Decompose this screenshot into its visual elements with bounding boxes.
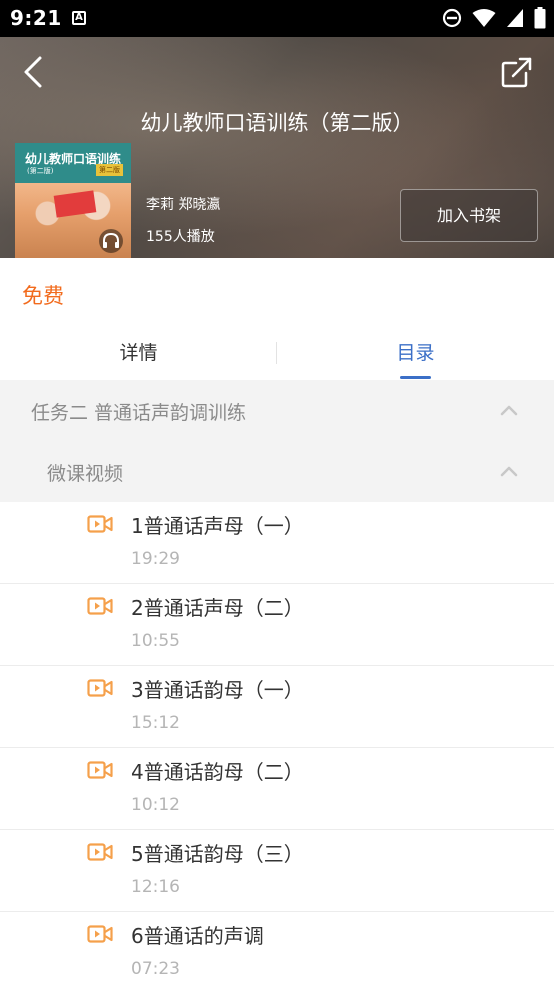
list-item[interactable]: 2普通话声母（二） 10:55 — [0, 584, 554, 666]
share-icon[interactable] — [500, 55, 534, 89]
video-camera-icon — [87, 515, 113, 533]
video-camera-icon — [87, 597, 113, 615]
cover-subtitle: (第二版) — [27, 167, 54, 175]
video-camera-icon — [87, 843, 113, 861]
signal-icon — [507, 9, 523, 27]
a-icon: A — [72, 11, 86, 25]
tab-details[interactable]: 详情 — [0, 330, 277, 380]
lesson-title: 2普通话声母（二） — [131, 596, 304, 620]
lesson-list: 1普通话声母（一） 19:29 2普通话声母（二） 10:55 3普通话韵母（一… — [0, 502, 554, 984]
book-header: 幼儿教师口语训练（第二版） 幼儿教师口语训练 (第二版) 第二版 李莉 郑晓瀛 … — [0, 37, 554, 258]
tab-bar: 详情 目录 — [0, 330, 554, 380]
back-arrow-icon[interactable] — [20, 55, 50, 89]
list-item[interactable]: 4普通话韵母（二） 10:12 — [0, 748, 554, 830]
chevron-up-icon[interactable] — [500, 465, 518, 477]
status-bar: 9:21 A — [0, 0, 554, 37]
list-item[interactable]: 5普通话韵母（三） 12:16 — [0, 830, 554, 912]
video-camera-icon — [87, 925, 113, 943]
status-time: 9:21 — [10, 6, 62, 30]
video-camera-icon — [87, 679, 113, 697]
do-not-disturb-icon — [442, 8, 462, 28]
headphones-icon — [99, 229, 123, 253]
subsection-title: 微课视频 — [47, 463, 124, 485]
tab-catalog[interactable]: 目录 — [277, 330, 554, 380]
status-icons — [442, 7, 546, 29]
price-label: 免费 — [22, 284, 64, 308]
lesson-title: 3普通话韵母（一） — [131, 678, 304, 702]
add-to-bookshelf-button[interactable]: 加入书架 — [400, 189, 538, 242]
chevron-up-icon[interactable] — [500, 404, 518, 416]
chapter-title: 任务二 普通话声韵调训练 — [31, 402, 247, 424]
lesson-duration: 10:55 — [131, 631, 180, 651]
list-item[interactable]: 3普通话韵母（一） 15:12 — [0, 666, 554, 748]
book-title: 幼儿教师口语训练（第二版） — [140, 111, 414, 135]
video-camera-icon — [87, 761, 113, 779]
lesson-duration: 15:12 — [131, 713, 180, 733]
cover-badge: 第二版 — [96, 164, 123, 176]
battery-icon — [534, 7, 546, 29]
book-authors: 李莉 郑晓瀛 — [146, 197, 221, 213]
list-item[interactable]: 1普通话声母（一） 19:29 — [0, 502, 554, 584]
lesson-title: 5普通话韵母（三） — [131, 842, 304, 866]
lesson-duration: 10:12 — [131, 795, 180, 815]
lesson-title: 6普通话的声调 — [131, 924, 264, 948]
active-tab-indicator — [400, 376, 431, 379]
lesson-title: 1普通话声母（一） — [131, 514, 304, 538]
list-item[interactable]: 6普通话的声调 07:23 — [0, 912, 554, 984]
lesson-duration: 19:29 — [131, 549, 180, 569]
chapter-header[interactable]: 任务二 普通话声韵调训练 — [0, 380, 554, 440]
wifi-icon — [472, 9, 496, 27]
lesson-title: 4普通话韵母（二） — [131, 760, 304, 784]
play-count: 155人播放 — [146, 229, 215, 245]
lesson-duration: 12:16 — [131, 877, 180, 897]
subsection-header[interactable]: 微课视频 — [0, 440, 554, 502]
lesson-duration: 07:23 — [131, 959, 180, 979]
book-cover[interactable]: 幼儿教师口语训练 (第二版) 第二版 — [15, 143, 131, 258]
